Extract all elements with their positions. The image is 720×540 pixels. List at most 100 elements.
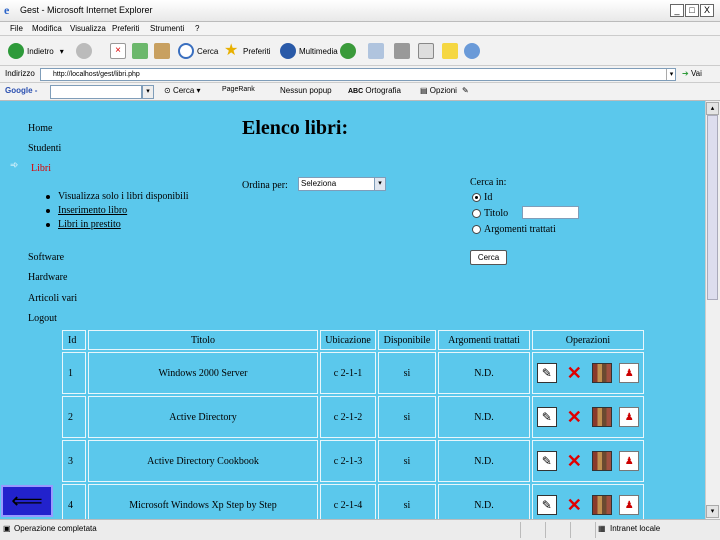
nav-software[interactable]: Software (28, 252, 64, 263)
scroll-down-icon[interactable]: ▾ (706, 505, 719, 518)
nav-misc[interactable]: Articoli vari (28, 293, 77, 304)
notes-button[interactable] (442, 42, 461, 60)
radio-button[interactable] (472, 225, 481, 234)
edit-icon[interactable]: ✎ (536, 451, 557, 471)
nav-home[interactable]: Home (28, 123, 52, 134)
nav-hardware[interactable]: Hardware (28, 272, 67, 283)
order-select[interactable]: Seleziona ▾ (298, 177, 386, 191)
radio-button[interactable] (472, 209, 481, 218)
table-row: 3 Active Directory Cookbook c 2-1-3 si N… (62, 440, 644, 482)
search-icon (178, 43, 194, 59)
options-button[interactable]: ▤ Opzioni (420, 86, 457, 95)
cell-id: 3 (62, 440, 86, 482)
sub-loaned-books[interactable]: Libri in prestito (46, 219, 121, 230)
mail-button[interactable] (368, 42, 387, 60)
edit-icon[interactable]: ✎ (536, 407, 557, 427)
print-icon (394, 43, 410, 59)
menu-tools[interactable]: Strumenti (150, 24, 184, 33)
edit-page-icon (418, 43, 434, 59)
search-button[interactable]: Cerca (178, 42, 218, 60)
search-submit-button[interactable]: Cerca (470, 250, 507, 265)
history-button[interactable] (340, 42, 359, 60)
address-input[interactable]: http://localhost/gest/libri.php (40, 68, 676, 81)
chevron-down-icon: ▾ (374, 178, 385, 190)
status-text: Operazione completata (14, 524, 97, 533)
google-search-input[interactable] (50, 85, 142, 99)
messenger-button[interactable] (464, 42, 483, 60)
back-nav-button[interactable]: ⟸ (1, 485, 53, 517)
intranet-icon: ▦ (598, 524, 606, 533)
cell-available: si (378, 396, 436, 438)
menu-file[interactable]: File (10, 24, 23, 33)
header-title: Titolo (88, 330, 318, 350)
delete-icon[interactable]: ✕ (564, 407, 584, 427)
scroll-thumb[interactable] (707, 115, 718, 300)
highlight-pen-icon[interactable]: ✎ (462, 86, 469, 95)
favorites-button[interactable]: ★ Preferiti (224, 42, 271, 60)
nav-logout[interactable]: Logout (28, 313, 57, 324)
delete-icon[interactable]: ✕ (564, 363, 584, 383)
delete-icon[interactable]: ✕ (564, 495, 584, 515)
stop-icon: × (110, 43, 126, 59)
back-button[interactable]: Indietro ▾ (8, 42, 64, 60)
menu-edit[interactable]: Modifica (32, 24, 62, 33)
books-icon[interactable] (591, 407, 612, 427)
stop-button[interactable]: × (110, 42, 129, 60)
cell-topics: N.D. (438, 352, 530, 394)
radio-id[interactable]: Id (472, 192, 492, 203)
forward-arrow-icon (76, 43, 92, 59)
spellcheck-icon: ABC (348, 88, 364, 95)
sub-available-books[interactable]: Visualizza solo i libri disponibili (46, 191, 189, 202)
print-button[interactable] (394, 42, 413, 60)
status-divider (570, 522, 571, 538)
header-id: Id (62, 330, 86, 350)
close-button[interactable]: X (700, 4, 714, 17)
status-divider (545, 522, 546, 538)
delete-icon[interactable]: ✕ (564, 451, 584, 471)
history-icon (340, 43, 356, 59)
google-dropdown-icon[interactable]: ▾ (142, 85, 154, 99)
scroll-up-icon[interactable]: ▴ (706, 102, 719, 115)
sub-insert-book[interactable]: Inserimento libro (46, 205, 127, 216)
minimize-button[interactable]: _ (670, 4, 684, 17)
window-title: Gest - Microsoft Internet Explorer (20, 5, 153, 15)
nav-students[interactable]: Studenti (28, 143, 61, 154)
pagerank-button[interactable]: PageRank (222, 86, 255, 93)
header-available: Disponibile (378, 330, 436, 350)
loan-icon[interactable]: ♟ (619, 363, 640, 383)
loan-icon[interactable]: ♟ (619, 495, 640, 515)
loan-icon[interactable]: ♟ (619, 451, 640, 471)
refresh-icon (132, 43, 148, 59)
books-icon[interactable] (591, 451, 612, 471)
radio-topics[interactable]: Argomenti trattati (472, 224, 556, 235)
google-search-button[interactable]: ⊙ Cerca ▾ (164, 86, 201, 95)
multimedia-button[interactable]: Multimedia (280, 42, 338, 60)
menu-help[interactable]: ? (195, 24, 199, 33)
address-dropdown-icon[interactable]: ▾ (666, 69, 676, 80)
status-divider (595, 522, 596, 538)
google-logo[interactable]: Google - (5, 86, 37, 95)
maximize-button[interactable]: □ (685, 4, 699, 17)
loan-icon[interactable]: ♟ (619, 407, 640, 427)
home-button[interactable] (154, 42, 173, 60)
go-button[interactable]: ➔ Vai (682, 69, 702, 78)
cell-operations: ✎ ✕ ♟ (532, 352, 644, 394)
spellcheck-button[interactable]: ABC Ortografia (348, 86, 401, 95)
radio-button[interactable] (472, 193, 481, 202)
nav-books[interactable]: Libri (31, 163, 51, 174)
edit-icon[interactable]: ✎ (536, 363, 557, 383)
search-input[interactable] (522, 206, 579, 219)
menu-view[interactable]: Visualizza (70, 24, 106, 33)
popup-blocker-button[interactable]: Nessun popup (280, 86, 332, 95)
forward-button[interactable] (76, 42, 95, 60)
menu-favorites[interactable]: Preferiti (112, 24, 140, 33)
books-icon[interactable] (591, 495, 612, 515)
bullet-icon (46, 194, 50, 199)
edit-icon[interactable]: ✎ (536, 495, 557, 515)
radio-title[interactable]: Titolo (472, 208, 508, 219)
cell-available: si (378, 440, 436, 482)
edit-page-button[interactable] (418, 42, 437, 60)
books-icon[interactable] (591, 363, 612, 383)
refresh-button[interactable] (132, 42, 151, 60)
options-icon: ▤ (420, 86, 428, 95)
